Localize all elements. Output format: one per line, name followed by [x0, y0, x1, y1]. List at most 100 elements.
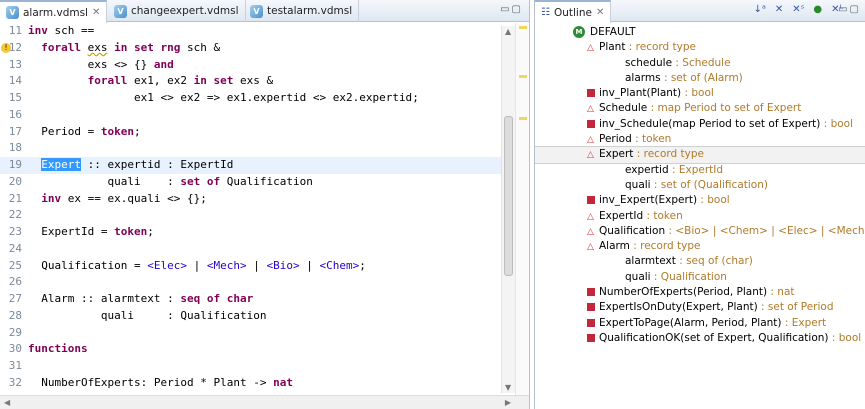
outline-item[interactable]: ExpertIsOnDuty(Expert, Plant) : set of P… [535, 300, 865, 315]
warning-underline: exs [87, 40, 108, 54]
overview-ruler[interactable] [515, 23, 529, 395]
outline-item-type: : record type [629, 240, 701, 253]
outline-view-icon: ☷ [541, 7, 550, 18]
line-number: 32 [8, 375, 22, 389]
outline-item-type: : bool [828, 331, 862, 344]
line-number: 19 [8, 158, 22, 171]
scroll-down-icon[interactable]: ▼ [505, 383, 511, 392]
code-line[interactable]: 21 inv ex == ex.quali <> {}; [0, 191, 529, 208]
code-line[interactable]: 11 inv sch == [0, 23, 529, 40]
hide-fields-icon[interactable]: ✕ [775, 4, 783, 15]
outline-item[interactable]: △ Period : token [535, 132, 865, 147]
outline-item[interactable]: schedule : Schedule [535, 56, 865, 71]
outline-item-name: alarmtext [625, 255, 676, 268]
sort-icon[interactable]: ↓ᵃ [754, 4, 766, 15]
outline-item-type: : seq of (char) [675, 255, 753, 268]
code-line[interactable]: 29 [0, 325, 529, 342]
outline-item[interactable]: △ Plant : record type [535, 40, 865, 55]
outline-item[interactable]: expertid : ExpertId [535, 163, 865, 178]
code-line[interactable]: 25 Qualification = <Elec> | <Mech> | <Bi… [0, 258, 529, 275]
code-text: inv ex == ex.quali <> {}; [41, 191, 207, 205]
code-line[interactable]: 23 ExpertId = token; [0, 224, 529, 241]
close-icon[interactable]: ✕ [596, 7, 604, 18]
scroll-right-icon[interactable]: ▶ [505, 398, 511, 407]
code-line[interactable]: 20 quali : set of Qualification [0, 174, 529, 191]
line-number: 24 [8, 241, 22, 255]
code-line[interactable]: 27 Alarm :: alarmtext : seq of char [0, 291, 529, 308]
line-number: 15 [8, 91, 22, 104]
code-text: forall exs in set rng sch & [41, 40, 221, 54]
hide-static-icon[interactable]: ✕ˢ [792, 4, 804, 15]
outline-item-name: Qualification [599, 224, 666, 237]
code-text: ex1 <> ex2 => ex1.expertid <> ex2.expert… [133, 91, 419, 104]
tab-label: alarm.vdmsl [23, 6, 88, 19]
outline-item[interactable]: M DEFAULT [535, 25, 865, 40]
outline-item[interactable]: △ Schedule : map Period to set of Expert [535, 101, 865, 116]
outline-item[interactable]: quali : Qualification [535, 270, 865, 285]
outline-item-name: inv_Expert(Expert) [599, 194, 698, 207]
code-text: Qualification = <Elec> | <Mech> | <Bio> … [41, 258, 366, 272]
outline-item[interactable]: quali : set of (Qualification) [535, 178, 865, 193]
outline-item[interactable]: △ Expert : record type [535, 146, 865, 164]
outline-item-name: Plant [599, 41, 626, 54]
editor-tab-bar: V alarm.vdmsl ✕ V changeexpert.vdmsl V t… [0, 0, 529, 23]
code-line[interactable]: 30 functions [0, 341, 529, 358]
minimize-maximize-icon[interactable]: ▭▢ [500, 4, 523, 15]
tab-testalarm-vdmsl[interactable]: V testalarm.vdmsl [244, 0, 360, 22]
code-line[interactable]: 26 [0, 274, 529, 291]
close-icon[interactable]: ✕ [92, 7, 100, 18]
code-text: NumberOfExperts: Period * Plant -> nat [41, 375, 293, 389]
type-definition-icon: △ [587, 104, 594, 115]
scroll-up-icon[interactable]: ▲ [505, 27, 511, 36]
line-number: 25 [8, 258, 22, 272]
code-line[interactable]: 24 [0, 241, 529, 258]
outline-item[interactable]: inv_Schedule(map Period to set of Expert… [535, 117, 865, 132]
outline-item[interactable]: △ ExpertId : token [535, 209, 865, 224]
vertical-scrollbar[interactable]: ▲ ▼ [501, 26, 515, 393]
outline-item-type: : bool [681, 87, 714, 100]
scroll-left-icon[interactable]: ◀ [4, 398, 10, 407]
hide-nonpublic-icon[interactable]: ● [813, 4, 822, 15]
horizontal-scrollbar[interactable]: ◀ ▶ [0, 395, 529, 409]
tab-alarm-vdmsl[interactable]: V alarm.vdmsl ✕ [0, 0, 108, 23]
outline-item[interactable]: △ Qualification : <Bio> | <Chem> | <Elec>… [535, 224, 865, 239]
warning-icon[interactable]: ! [1, 42, 11, 53]
code-line[interactable]: 31 [0, 358, 529, 375]
outline-tree[interactable]: M DEFAULT △ Plant : record type schedule : S… [535, 23, 865, 409]
ruler-marker[interactable] [519, 117, 527, 120]
minimize-maximize-icon[interactable]: ▭▢ [838, 4, 861, 15]
outline-item[interactable]: inv_Plant(Plant) : bool [535, 86, 865, 101]
outline-item[interactable]: alarms : set of (Alarm) [535, 71, 865, 86]
function-with-precondition-icon [587, 318, 595, 327]
tab-outline[interactable]: ☷ Outline ✕ [535, 0, 612, 23]
code-line[interactable]: 18 [0, 140, 529, 157]
outline-pane: ☷ Outline ✕ ↓ᵃ ✕ ✕ˢ ● ✕ᴸ ▭▢ M DEFAULT △ Pla… [534, 0, 865, 409]
outline-item-type: : map Period to set of Expert [647, 102, 802, 115]
outline-item[interactable]: QualificationOK(set of Expert, Qualifica… [535, 331, 865, 346]
code-line[interactable]: 19 Expert :: expertid : ExpertId [0, 157, 529, 174]
code-line[interactable]: 32 NumberOfExperts: Period * Plant -> na… [0, 375, 529, 392]
outline-item-type: : set of (Qualification) [650, 178, 768, 191]
scrollbar-thumb[interactable] [504, 116, 513, 276]
code-line[interactable]: 17 Period = token; [0, 124, 529, 141]
tab-changeexpert-vdmsl[interactable]: V changeexpert.vdmsl [108, 0, 246, 22]
outline-item[interactable]: inv_Expert(Expert) : bool [535, 193, 865, 208]
ruler-marker[interactable] [519, 26, 527, 29]
ruler-marker[interactable] [519, 75, 527, 78]
code-line[interactable]: 16 [0, 107, 529, 124]
outline-item[interactable]: △ Alarm : record type [535, 239, 865, 254]
code-line[interactable]: 22 [0, 207, 529, 224]
code-line[interactable]: 28 quali : Qualification [0, 308, 529, 325]
code-line[interactable]: 14 forall ex1, ex2 in set exs & [0, 73, 529, 90]
outline-item[interactable]: NumberOfExperts(Period, Plant) : nat [535, 285, 865, 300]
outline-item[interactable]: ExpertToPage(Alarm, Period, Plant) : Exp… [535, 316, 865, 331]
code-line[interactable]: 15 ex1 <> ex2 => ex1.expertid <> ex2.exp… [0, 90, 529, 107]
outline-item-name: ExpertId [599, 209, 644, 222]
function-icon [587, 89, 595, 98]
line-number: 18 [8, 141, 22, 155]
code-editor[interactable]: 11 inv sch == ! 12 forall exs in set rng sc… [0, 23, 529, 395]
outline-item[interactable]: alarmtext : seq of (char) [535, 254, 865, 269]
code-line[interactable]: 13 exs <> {} and [0, 57, 529, 74]
code-line[interactable]: ! 12 forall exs in set rng sch & [0, 40, 529, 57]
outline-item-type: : bool [697, 194, 730, 207]
